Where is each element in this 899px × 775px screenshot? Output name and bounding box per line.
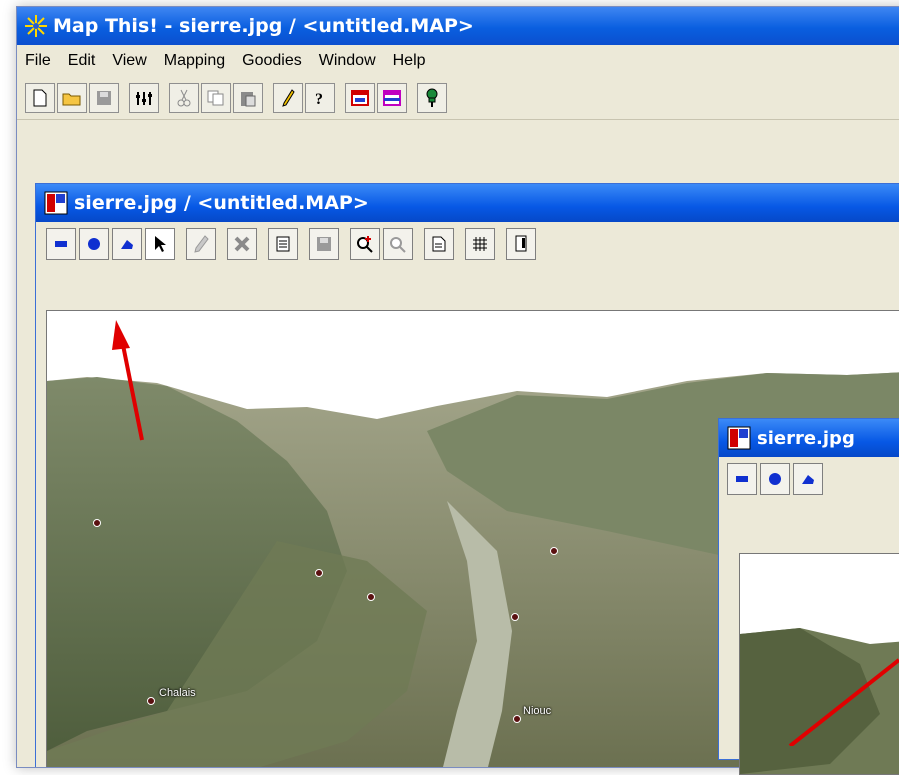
red-window-icon	[351, 90, 369, 106]
map-point[interactable]	[315, 569, 323, 577]
rectangle-tool-button[interactable]	[727, 463, 757, 495]
save-map-button[interactable]	[309, 228, 339, 260]
document-titlebar[interactable]: sierre.jpg / <untitled.MAP>	[36, 184, 899, 222]
cut-scissors-icon	[177, 89, 191, 107]
save-icon	[317, 237, 331, 251]
menu-window[interactable]: Window	[319, 52, 376, 70]
edit-pencil-icon	[194, 235, 209, 253]
map-label-niouc: Niouc	[523, 705, 552, 717]
magenta-window-icon	[383, 90, 401, 106]
rectangle-tool-button[interactable]	[46, 228, 76, 260]
copy-button[interactable]	[201, 83, 231, 113]
grid-icon	[473, 237, 487, 251]
mapping-toolbar	[36, 222, 899, 266]
map-point-niouc[interactable]	[513, 715, 521, 723]
arrow-select-icon	[155, 236, 166, 252]
delete-button[interactable]	[227, 228, 257, 260]
save-button[interactable]	[89, 83, 119, 113]
pushpin-button[interactable]	[417, 83, 447, 113]
grid-button[interactable]	[465, 228, 495, 260]
app-titlebar[interactable]: Map This! - sierre.jpg / <untitled.MAP>	[17, 7, 899, 45]
document-title: sierre.jpg / <untitled.MAP>	[74, 192, 369, 214]
sliders-icon	[136, 92, 152, 105]
tile-window-button[interactable]	[377, 83, 407, 113]
open-folder-button[interactable]	[57, 83, 87, 113]
menu-goodies[interactable]: Goodies	[242, 52, 302, 70]
help-button[interactable]: ?	[305, 83, 335, 113]
paste-icon	[241, 92, 256, 107]
pushpin-icon	[426, 88, 438, 107]
document-icon	[432, 236, 446, 252]
polygon-tool-icon	[121, 240, 133, 249]
secondary-toolbar	[719, 457, 899, 501]
new-file-button[interactable]	[25, 83, 55, 113]
circle-tool-button[interactable]	[760, 463, 790, 495]
map-point[interactable]	[511, 613, 519, 621]
rectangle-tool-icon	[55, 241, 67, 247]
document-button[interactable]	[424, 228, 454, 260]
menu-file[interactable]: File	[25, 52, 51, 70]
help-question-icon: ?	[315, 91, 323, 107]
settings-button[interactable]	[129, 83, 159, 113]
map-point-chalais[interactable]	[147, 697, 155, 705]
polygon-tool-button[interactable]	[112, 228, 142, 260]
mountain-thumbnail-image	[740, 554, 899, 774]
circle-tool-icon	[769, 473, 781, 485]
rectangle-tool-icon	[736, 476, 748, 482]
circle-tool-icon	[88, 238, 100, 250]
secondary-map-canvas[interactable]	[739, 553, 899, 775]
map-label-chalais: Chalais	[159, 687, 196, 699]
map-point[interactable]	[367, 593, 375, 601]
select-tool-button[interactable]	[145, 228, 175, 260]
pencil-button[interactable]	[273, 83, 303, 113]
open-folder-icon	[62, 93, 81, 106]
menu-mapping[interactable]: Mapping	[164, 52, 225, 70]
document-window-icon	[727, 426, 751, 450]
star-burst-icon	[25, 15, 47, 37]
edit-button[interactable]	[186, 228, 216, 260]
new-file-icon	[33, 89, 47, 107]
copy-icon	[207, 90, 224, 106]
properties-icon	[276, 236, 290, 252]
zoom-out-button[interactable]	[383, 228, 413, 260]
properties-button[interactable]	[268, 228, 298, 260]
export-icon	[515, 235, 527, 252]
main-toolbar: ?	[17, 77, 899, 120]
secondary-title: sierre.jpg	[757, 427, 855, 449]
svg-text:?: ?	[315, 91, 323, 107]
zoom-out-icon	[390, 237, 406, 253]
paste-button[interactable]	[233, 83, 263, 113]
menu-view[interactable]: View	[112, 52, 146, 70]
cascade-window-button[interactable]	[345, 83, 375, 113]
save-disk-icon	[97, 91, 111, 105]
map-point[interactable]	[93, 519, 101, 527]
menu-bar: File Edit View Mapping Goodies Window He…	[17, 45, 899, 77]
menu-help[interactable]: Help	[393, 52, 426, 70]
app-title: Map This! - sierre.jpg / <untitled.MAP>	[53, 15, 474, 37]
map-point[interactable]	[550, 547, 558, 555]
secondary-titlebar[interactable]: sierre.jpg	[719, 419, 899, 457]
pencil-icon	[282, 89, 295, 107]
cut-button[interactable]	[169, 83, 199, 113]
menu-edit[interactable]: Edit	[68, 52, 96, 70]
polygon-tool-button[interactable]	[793, 463, 823, 495]
polygon-tool-icon	[802, 475, 814, 484]
circle-tool-button[interactable]	[79, 228, 109, 260]
zoom-in-button[interactable]	[350, 228, 380, 260]
delete-x-icon	[234, 236, 250, 252]
zoom-in-icon	[357, 236, 373, 253]
export-button[interactable]	[506, 228, 536, 260]
secondary-document-window: sierre.jpg	[718, 418, 899, 775]
document-window-icon	[44, 191, 68, 215]
